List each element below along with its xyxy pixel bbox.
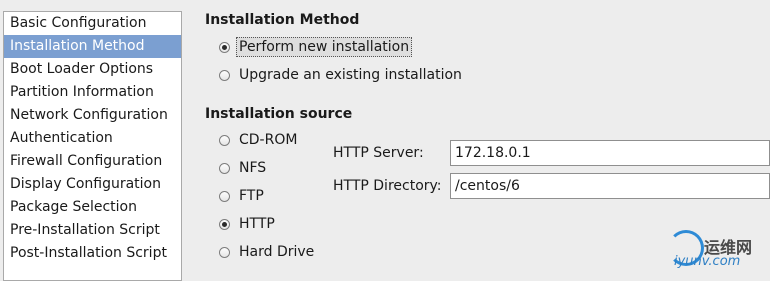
radio-label-ftp: FTP bbox=[239, 188, 264, 204]
http-directory-label: HTTP Directory: bbox=[333, 178, 442, 194]
radio-button-icon[interactable] bbox=[219, 134, 230, 146]
radio-button-icon[interactable] bbox=[219, 246, 230, 258]
sidebar-item-basic-configuration[interactable]: Basic Configuration bbox=[4, 12, 181, 35]
radio-label-hard-drive: Hard Drive bbox=[239, 244, 315, 260]
http-server-input[interactable]: 172.18.0.1 bbox=[450, 140, 770, 166]
radio-new-installation[interactable]: Perform new installation bbox=[219, 36, 413, 58]
sidebar-item-authentication[interactable]: Authentication bbox=[4, 127, 181, 150]
watermark-text-en: iyunv.com bbox=[674, 254, 741, 269]
radio-label-cdrom: CD-ROM bbox=[239, 132, 298, 148]
sidebar-item-partition-information[interactable]: Partition Information bbox=[4, 81, 181, 104]
radio-label-upgrade: Upgrade an existing installation bbox=[239, 67, 462, 83]
sidebar-item-network-configuration[interactable]: Network Configuration bbox=[4, 104, 181, 127]
radio-button-icon[interactable] bbox=[219, 41, 230, 53]
sidebar-item-package-selection[interactable]: Package Selection bbox=[4, 196, 181, 219]
radio-button-icon[interactable] bbox=[219, 162, 230, 174]
radio-cdrom[interactable]: CD-ROM bbox=[219, 129, 297, 151]
radio-label-new-installation: Perform new installation bbox=[236, 37, 413, 57]
radio-hard-drive[interactable]: Hard Drive bbox=[219, 241, 314, 263]
installation-source-heading: Installation source bbox=[205, 106, 353, 122]
sidebar-item-display-configuration[interactable]: Display Configuration bbox=[4, 173, 181, 196]
installation-method-heading: Installation Method bbox=[205, 12, 360, 28]
http-server-label: HTTP Server: bbox=[333, 145, 424, 161]
radio-ftp[interactable]: FTP bbox=[219, 185, 264, 207]
radio-nfs[interactable]: NFS bbox=[219, 157, 266, 179]
sidebar-item-installation-method[interactable]: Installation Method bbox=[4, 35, 181, 58]
radio-http[interactable]: HTTP bbox=[219, 213, 275, 235]
radio-button-icon[interactable] bbox=[219, 69, 230, 81]
section-list[interactable]: Basic Configuration Installation Method … bbox=[3, 11, 182, 281]
sidebar-item-firewall-configuration[interactable]: Firewall Configuration bbox=[4, 150, 181, 173]
sidebar-item-pre-installation-script[interactable]: Pre-Installation Script bbox=[4, 219, 181, 242]
radio-button-icon[interactable] bbox=[219, 218, 230, 230]
radio-button-icon[interactable] bbox=[219, 190, 230, 202]
sidebar-item-post-installation-script[interactable]: Post-Installation Script bbox=[4, 242, 181, 265]
radio-label-nfs: NFS bbox=[239, 160, 267, 176]
http-directory-input[interactable]: /centos/6 bbox=[450, 173, 770, 199]
radio-upgrade-installation[interactable]: Upgrade an existing installation bbox=[219, 64, 462, 86]
sidebar-item-boot-loader-options[interactable]: Boot Loader Options bbox=[4, 58, 181, 81]
watermark-logo: 运维网 iyunv.com bbox=[660, 228, 768, 274]
radio-label-http: HTTP bbox=[239, 216, 275, 232]
